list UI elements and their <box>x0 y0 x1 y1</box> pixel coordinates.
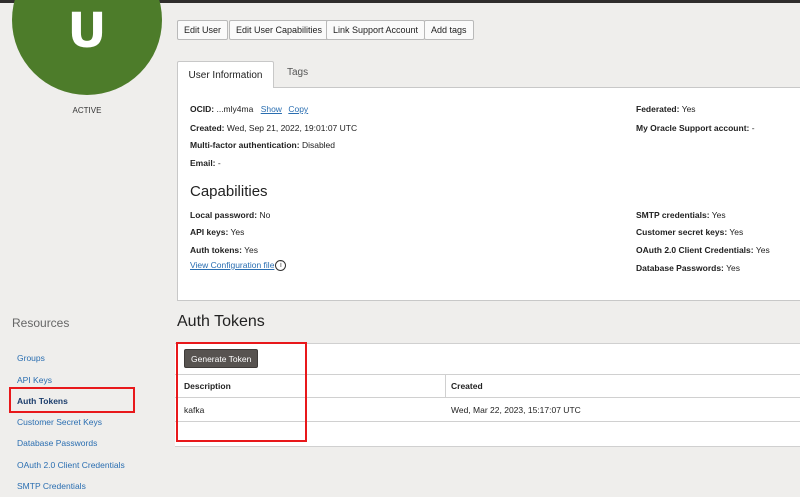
view-config-row: View Configuration file i <box>190 260 287 272</box>
sidebar-item-customer-secret-keys[interactable]: Customer Secret Keys <box>17 417 102 427</box>
auth-tokens-heading: Auth Tokens <box>177 313 265 330</box>
local-password-row: Local password: No <box>190 210 270 220</box>
mfa-row: Multi-factor authentication: Disabled <box>190 140 335 150</box>
email-value: - <box>217 158 221 168</box>
auth-tokens-label: Auth tokens: <box>190 245 242 255</box>
sidebar-item-smtp-credentials[interactable]: SMTP Credentials <box>17 481 86 491</box>
column-divider <box>445 374 446 398</box>
smtp-label: SMTP credentials: <box>636 210 710 220</box>
mfa-label: Multi-factor authentication: <box>190 140 300 150</box>
sidebar-item-api-keys[interactable]: API Keys <box>17 375 52 385</box>
federated-row: Federated: Yes <box>636 104 696 114</box>
db-passwords-row: Database Passwords: Yes <box>636 263 740 273</box>
customer-secret-value: Yes <box>729 227 744 237</box>
link-support-account-button[interactable]: Link Support Account <box>326 20 426 40</box>
tab-tags[interactable]: Tags <box>287 67 308 78</box>
auth-tokens-value: Yes <box>244 245 259 255</box>
db-passwords-label: Database Passwords: <box>636 263 724 273</box>
view-configuration-file-link[interactable]: View Configuration file <box>190 260 274 270</box>
user-avatar: U <box>12 0 162 95</box>
token-created: Wed, Mar 22, 2023, 15:17:07 UTC <box>451 405 581 415</box>
tab-user-information[interactable]: User Information <box>177 61 274 88</box>
column-header-created[interactable]: Created <box>451 381 483 391</box>
highlight-box-auth-tokens-nav <box>9 387 135 413</box>
created-label: Created: <box>190 123 225 133</box>
resources-title: Resources <box>12 316 70 330</box>
auth-tokens-row: Auth tokens: Yes <box>190 245 258 255</box>
email-label: Email: <box>190 158 216 168</box>
highlight-box-token-table <box>176 342 307 442</box>
customer-secret-row: Customer secret keys: Yes <box>636 227 743 237</box>
oauth-label: OAuth 2.0 Client Credentials: <box>636 245 754 255</box>
local-password-label: Local password: <box>190 210 258 220</box>
support-account-value: - <box>751 123 755 133</box>
edit-user-capabilities-button[interactable]: Edit User Capabilities <box>229 20 330 40</box>
oauth-value: Yes <box>755 245 770 255</box>
capabilities-heading: Capabilities <box>190 183 268 200</box>
local-password-value: No <box>259 210 271 220</box>
sidebar-item-oauth-client-credentials[interactable]: OAuth 2.0 Client Credentials <box>17 460 125 470</box>
oauth-row: OAuth 2.0 Client Credentials: Yes <box>636 245 770 255</box>
federated-value: Yes <box>681 104 696 114</box>
db-passwords-value: Yes <box>726 263 740 273</box>
email-row: Email: - <box>190 158 221 168</box>
smtp-row: SMTP credentials: Yes <box>636 210 726 220</box>
mfa-value: Disabled <box>301 140 336 150</box>
support-account-label: My Oracle Support account: <box>636 123 750 133</box>
info-icon[interactable]: i <box>275 260 287 272</box>
avatar-initial: U <box>67 3 107 59</box>
federated-label: Federated: <box>636 104 680 114</box>
add-tags-button[interactable]: Add tags <box>424 20 474 40</box>
edit-user-button[interactable]: Edit User <box>177 20 229 40</box>
ocid-row: OCID: ...mly4ma Show Copy <box>190 104 308 114</box>
ocid-label: OCID: <box>190 104 215 114</box>
created-value: Wed, Sep 21, 2022, 19:01:07 UTC <box>226 123 358 133</box>
api-keys-row: API keys: Yes <box>190 227 244 237</box>
api-keys-label: API keys: <box>190 227 229 237</box>
customer-secret-label: Customer secret keys: <box>636 227 728 237</box>
user-status: ACTIVE <box>72 106 102 115</box>
sidebar-item-database-passwords[interactable]: Database Passwords <box>17 438 97 448</box>
sidebar-item-groups[interactable]: Groups <box>17 353 45 363</box>
ocid-value: ...mly4ma <box>216 104 254 114</box>
smtp-value: Yes <box>711 210 726 220</box>
api-keys-value: Yes <box>230 227 245 237</box>
ocid-copy-link[interactable]: Copy <box>288 104 308 114</box>
ocid-show-link[interactable]: Show <box>261 104 282 114</box>
created-row: Created: Wed, Sep 21, 2022, 19:01:07 UTC <box>190 123 357 133</box>
support-account-row: My Oracle Support account: - <box>636 123 755 133</box>
